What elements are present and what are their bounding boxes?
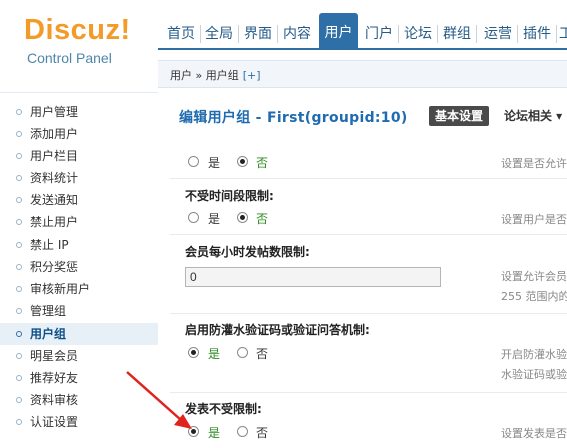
bullet-icon [16,353,22,359]
row1-no-label: 否 [256,156,269,170]
sidebar-item-user-fields[interactable]: 用户栏目 [0,145,158,167]
bullet-icon [16,175,22,181]
row4-hint-line2: 水验证码或验 [501,368,567,381]
divider [170,178,567,179]
nav-group[interactable]: 群组 [440,20,474,48]
sidebar-item-profile-stats[interactable]: 资料统计 [0,167,158,189]
row3-hint-line2: 255 范围内的 [501,290,567,303]
post-limit-input[interactable] [185,267,441,287]
divider [170,234,567,235]
sidebar-item-audit-new-user[interactable]: 审核新用户 [0,278,158,300]
row5-hint: 设置发表是否 [501,427,567,440]
nav-separator [277,25,278,43]
logo-subtitle: Control Panel [27,50,112,66]
logo-title: Discuz! [24,14,131,46]
row2-hint: 设置用户是否 [501,213,567,226]
row4-radio-yes[interactable] [188,347,199,358]
logo: Discuz! Control Panel [0,0,158,82]
row4-yes-label: 是 [208,347,221,361]
row2-label: 不受时间段限制: [185,189,274,203]
row5-no-label: 否 [256,426,269,440]
sidebar-item-admin-group[interactable]: 管理组 [0,300,158,322]
nav-separator [437,25,438,43]
nav-separator [200,25,201,43]
breadcrumb-bar: 用户 » 用户组 [+] [158,60,567,88]
bullet-icon [16,419,22,425]
nav-portal[interactable]: 门户 [362,20,396,48]
row5-radio-no[interactable] [237,426,248,437]
sidebar-item-credits-reward[interactable]: 积分奖惩 [0,256,158,278]
nav-content[interactable]: 内容 [280,20,314,48]
row1-yes-label: 是 [208,156,221,170]
nav-global[interactable]: 全局 [202,20,236,48]
tab-forum-related[interactable]: 论坛相关 ▾ [504,106,562,126]
bullet-icon [16,264,22,270]
row3-label: 会员每小时发帖数限制: [185,245,310,259]
sidebar-item-send-notice[interactable]: 发送通知 [0,189,158,211]
top-nav: 首页 全局 界面 内容 用户 门户 论坛 群组 运营 插件 工 [158,12,567,48]
row5-yes-label: 是 [208,426,221,440]
sidebar-item-ban-ip[interactable]: 禁止 IP [0,234,158,256]
row4-label: 启用防灌水验证码或验证问答机制: [185,323,370,337]
bullet-icon [16,131,22,137]
bullet-icon [16,308,22,314]
nav-interface[interactable]: 界面 [241,20,275,48]
main-content: 用户 » 用户组 [+] 编辑用户组 - First(groupid:10) 基本… [158,50,567,448]
row4-radio-no[interactable] [237,347,248,358]
sidebar-item-verify-settings[interactable]: 认证设置 [0,411,158,433]
bullet-icon [16,219,22,225]
sidebar-item-recommend-friend[interactable]: 推荐好友 [0,367,158,389]
sidebar-item-user-group[interactable]: 用户组 [0,323,158,345]
bullet-icon [16,331,22,337]
row2-radio-no[interactable] [237,212,248,223]
bullet-icon [16,375,22,381]
nav-separator [476,25,477,43]
nav-tools[interactable]: 工 [559,20,567,48]
nav-users[interactable]: 用户 [319,13,358,48]
row2-yes-label: 是 [208,212,221,226]
nav-separator [238,25,239,43]
nav-separator [398,25,399,43]
row1-radio-yes[interactable] [188,156,199,167]
divider [170,392,567,393]
bullet-icon [16,397,22,403]
bullet-icon [16,197,22,203]
sidebar-item-user-manage[interactable]: 用户管理 [0,101,158,123]
row4-hint-line1: 开启防灌水验 [501,348,567,361]
bullet-icon [16,286,22,292]
bullet-icon [16,109,22,115]
row1-radio-no[interactable] [237,156,248,167]
nav-plugins[interactable]: 插件 [520,20,554,48]
row2-no-label: 否 [256,212,269,226]
nav-operation[interactable]: 运营 [481,20,515,48]
breadcrumb-expand-button[interactable]: [+] [243,69,261,82]
bullet-icon [16,242,22,248]
row4-no-label: 否 [256,347,269,361]
tab-basic-settings[interactable]: 基本设置 [429,106,490,126]
nav-forum[interactable]: 论坛 [401,20,435,48]
row5-label: 发表不受限制: [185,402,262,416]
row2-radio-yes[interactable] [188,212,199,223]
divider [170,313,567,314]
sidebar-item-profile-audit[interactable]: 资料审核 [0,389,158,411]
breadcrumb: 用户 » 用户组 [+] [170,67,261,83]
page-title: 编辑用户组 - First(groupid:10) [179,110,408,126]
sidebar-item-add-user[interactable]: 添加用户 [0,123,158,145]
sidebar: 用户管理 添加用户 用户栏目 资料统计 发送通知 禁止用户 禁止 IP 积分奖惩… [0,82,158,448]
bullet-icon [16,153,22,159]
breadcrumb-text: 用户 » 用户组 [170,69,239,82]
sidebar-divider [0,92,158,93]
nav-separator [517,25,518,43]
nav-home[interactable]: 首页 [164,20,198,48]
sidebar-item-ban-user[interactable]: 禁止用户 [0,211,158,233]
sidebar-item-star-member[interactable]: 明星会员 [0,345,158,367]
nav-separator [556,25,557,43]
row1-hint: 设置是否允许 [501,157,567,170]
row3-hint-line1: 设置允许会员 [501,270,567,283]
row5-radio-yes[interactable] [188,426,199,437]
